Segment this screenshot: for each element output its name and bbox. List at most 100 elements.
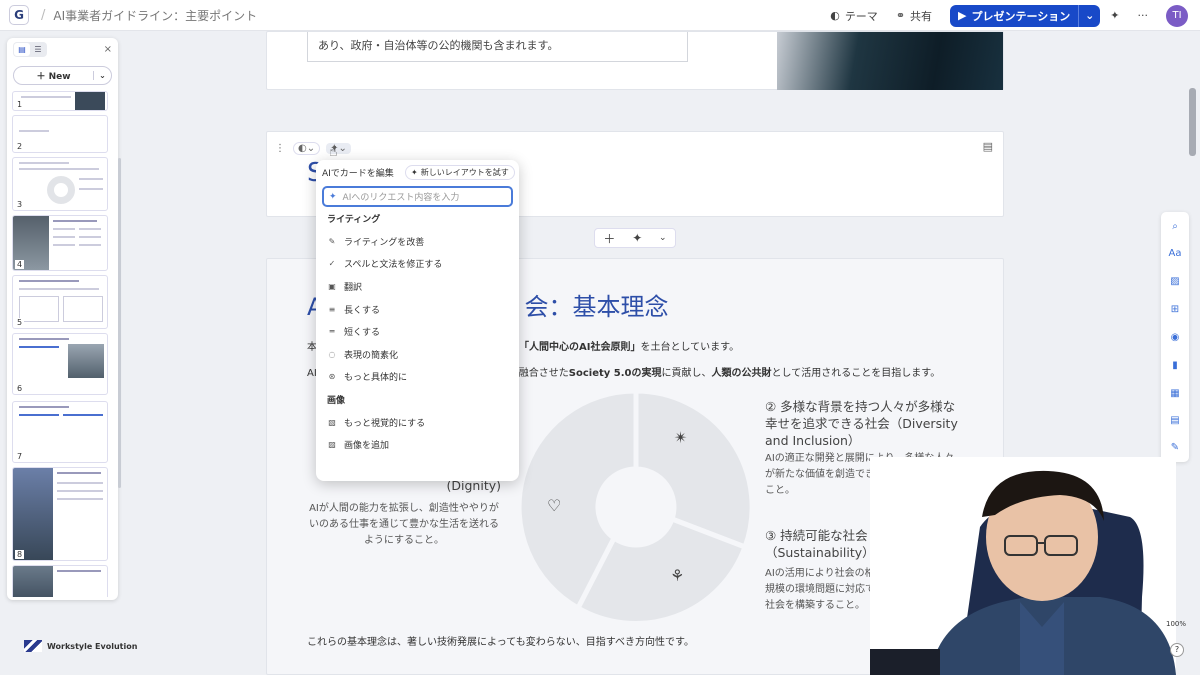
check-icon: ✓ bbox=[328, 259, 336, 268]
ai-edit-menu: AIでカードを編集 ✦ 新しいレイアウトを試す ✦ AIへのリクエスト内容を入力 ラ… bbox=[316, 160, 519, 481]
diversity-icon: ✴ bbox=[674, 428, 687, 447]
input-placeholder: AIへのリクエスト内容を入力 bbox=[342, 193, 460, 203]
brand-logo: Workstyle Evolution bbox=[24, 640, 137, 652]
breadcrumb-separator: / bbox=[41, 7, 46, 23]
text-box[interactable]: あり、政府・自治体等の公的機関も含まれます。 bbox=[307, 32, 688, 62]
menu-item-fix-spelling[interactable]: ✓ スペルと文法を修正する bbox=[327, 257, 443, 270]
ai-menu-title: AIでカードを編集 bbox=[322, 169, 394, 179]
play-icon: ▶ bbox=[958, 9, 967, 22]
lengthen-icon: ≡ bbox=[328, 305, 336, 314]
card-settings-icon[interactable]: ▤ bbox=[983, 140, 993, 153]
image-icon: ▨ bbox=[328, 440, 336, 449]
slide-number: 3 bbox=[15, 200, 25, 209]
line2-bold2: 人類の公共財 bbox=[711, 368, 772, 379]
card-style-button[interactable]: ◐⌄ bbox=[293, 142, 321, 155]
help-icon[interactable]: ? bbox=[1170, 643, 1184, 657]
slide-thumbnail[interactable]: 4 bbox=[12, 215, 108, 271]
section-writing: ライティング bbox=[327, 215, 381, 225]
ai-add-sparkle-icon[interactable]: ✦ bbox=[632, 231, 642, 245]
line1-bold: 「人間中心のAI社会原則」 bbox=[519, 342, 641, 353]
table-icon[interactable]: ▦ bbox=[1161, 388, 1189, 399]
menu-item-lengthen[interactable]: ≡ 長くする bbox=[327, 303, 380, 316]
app-logo[interactable]: G bbox=[9, 5, 29, 25]
view-toggle[interactable]: ▤ ☰ bbox=[13, 41, 47, 57]
text-style-icon[interactable]: Aа bbox=[1161, 248, 1189, 259]
target-icon: ⊛ bbox=[328, 372, 336, 381]
brand-name: Workstyle Evolution bbox=[47, 641, 138, 651]
present-button[interactable]: ▶ プレゼンテーション ⌄ bbox=[950, 4, 1101, 27]
edit-icon[interactable]: ✎ bbox=[1161, 442, 1189, 453]
donut-diagram[interactable]: ✴ ♡ ⚘ bbox=[520, 391, 752, 623]
slide-thumbnail[interactable]: 6 bbox=[12, 333, 108, 395]
present-label: プレゼンテーション bbox=[971, 9, 1071, 23]
add-card-plus-icon[interactable]: ＋ bbox=[603, 230, 615, 247]
try-new-layout-button[interactable]: ✦ 新しいレイアウトを試す bbox=[405, 165, 515, 180]
theme-label: テーマ bbox=[844, 9, 878, 23]
slide-number: 8 bbox=[15, 550, 25, 559]
search-icon[interactable]: ⌕ bbox=[1161, 221, 1189, 232]
menu-item-simplify[interactable]: ◌ 表現の簡素化 bbox=[327, 348, 399, 361]
avatar[interactable]: TI bbox=[1166, 4, 1188, 27]
menu-item-add-image[interactable]: ▨ 画像を追加 bbox=[327, 438, 389, 451]
card-image[interactable] bbox=[777, 32, 1003, 90]
theme-button[interactable]: ◐ テーマ bbox=[830, 8, 878, 24]
sparkle-icon: ✦ bbox=[411, 168, 418, 177]
speech-bubble-icon: ◌ bbox=[328, 350, 336, 359]
slide-thumbnail[interactable] bbox=[12, 565, 108, 597]
menu-item-more-specific[interactable]: ⊛ もっと具体的に bbox=[327, 370, 407, 383]
drag-handle-icon[interactable]: ⋮ bbox=[275, 143, 285, 154]
slide-thumbnail[interactable]: 2 bbox=[12, 115, 108, 153]
new-slide-button[interactable]: ＋ New ⌄ bbox=[13, 66, 112, 85]
slide-thumbnail[interactable]: 8 bbox=[12, 467, 108, 561]
blocks-icon[interactable]: ⊞ bbox=[1161, 304, 1189, 315]
principle-2-title[interactable]: ② 多様な背景を持つ人々が多様な幸せを追求できる社会（Diversity and… bbox=[765, 398, 961, 449]
menu-item-label: 表現の簡素化 bbox=[344, 351, 399, 361]
ai-request-input[interactable]: ✦ AIへのリクエスト内容を入力 bbox=[322, 186, 513, 207]
list-view-icon[interactable]: ☰ bbox=[30, 43, 46, 56]
document-title[interactable]: AI事業者ガイドライン：主要ポイント bbox=[53, 7, 257, 24]
image-icon[interactable]: ▨ bbox=[1161, 276, 1189, 287]
toggle-icon[interactable]: ◉ bbox=[1161, 332, 1189, 343]
slide-number: 1 bbox=[15, 100, 25, 109]
slide-thumbnail[interactable]: 5 bbox=[12, 275, 108, 329]
share-button[interactable]: ⚭ 共有 bbox=[896, 8, 932, 24]
principle-1-body[interactable]: AIが人間の能力を拡張し、創造性ややりがいのある仕事を通じて豊かな生活を送れるよ… bbox=[307, 501, 501, 549]
menu-item-more-visual[interactable]: ▧ もっと視覚的にする bbox=[327, 416, 425, 429]
close-icon[interactable]: × bbox=[104, 44, 112, 55]
line2-bold1: Society 5.0の実現 bbox=[568, 368, 662, 379]
right-toolbar: ⌕ Aа ▨ ⊞ ◉ ▮ ▦ ▤ ✎ bbox=[1161, 212, 1189, 462]
slide-thumbnail[interactable]: 7 bbox=[12, 401, 108, 463]
card-footer-text[interactable]: これらの基本理念は、著しい技術発展によっても変わらない、目指すべき方向性です。 bbox=[307, 633, 694, 648]
layout-icon[interactable]: ▤ bbox=[1161, 415, 1189, 426]
image-sparkle-icon: ▧ bbox=[328, 418, 336, 427]
more-button[interactable]: ··· bbox=[1138, 9, 1149, 22]
panel-scrollbar[interactable] bbox=[118, 158, 121, 488]
card-previous[interactable]: あり、政府・自治体等の公的機関も含まれます。 bbox=[266, 31, 1004, 90]
shorten-icon: ═ bbox=[329, 327, 335, 336]
menu-item-improve-writing[interactable]: ✎ ライティングを改善 bbox=[327, 235, 425, 248]
ai-sparkle-button[interactable]: ✦ bbox=[1110, 9, 1119, 22]
chart-icon[interactable]: ▮ bbox=[1161, 360, 1189, 371]
line2-d: として活用されることを目指します。 bbox=[771, 368, 941, 379]
thumbnail-view-icon[interactable]: ▤ bbox=[14, 42, 30, 56]
donut-segment-top bbox=[633, 391, 752, 551]
top-bar: G / AI事業者ガイドライン：主要ポイント ◐ テーマ ⚭ 共有 ▶ プレゼンテーシ… bbox=[0, 0, 1200, 31]
webcam-overlay bbox=[870, 457, 1176, 675]
chevron-down-icon[interactable]: ⌄ bbox=[659, 233, 667, 243]
slide-thumbnail[interactable]: 3 bbox=[12, 157, 108, 211]
new-label: New bbox=[48, 72, 71, 82]
menu-item-translate[interactable]: ▣ 翻訳 bbox=[327, 280, 362, 293]
main-scrollbar[interactable] bbox=[1189, 88, 1196, 156]
menu-item-label: もっと視覚的にする bbox=[344, 419, 426, 429]
slide-number: 6 bbox=[15, 384, 25, 393]
slide-thumbnail[interactable]: 1 bbox=[12, 91, 108, 111]
heart-hand-icon: ♡ bbox=[547, 496, 561, 515]
menu-item-label: スペルと文法を修正する bbox=[344, 260, 443, 270]
chevron-down-icon[interactable]: ⌄ bbox=[93, 71, 111, 80]
zoom-level[interactable]: 100% bbox=[1166, 620, 1186, 628]
present-dropdown-chevron-icon[interactable]: ⌄ bbox=[1078, 4, 1100, 27]
palette-icon: ◐ bbox=[830, 9, 840, 22]
slides-panel: ▤ ☰ × ＋ New ⌄ 1 2 3 4 5 6 7 8 bbox=[7, 38, 121, 600]
heading-part-b: 会：基本理念 bbox=[524, 293, 669, 321]
menu-item-shorten[interactable]: ═ 短くする bbox=[327, 325, 380, 338]
